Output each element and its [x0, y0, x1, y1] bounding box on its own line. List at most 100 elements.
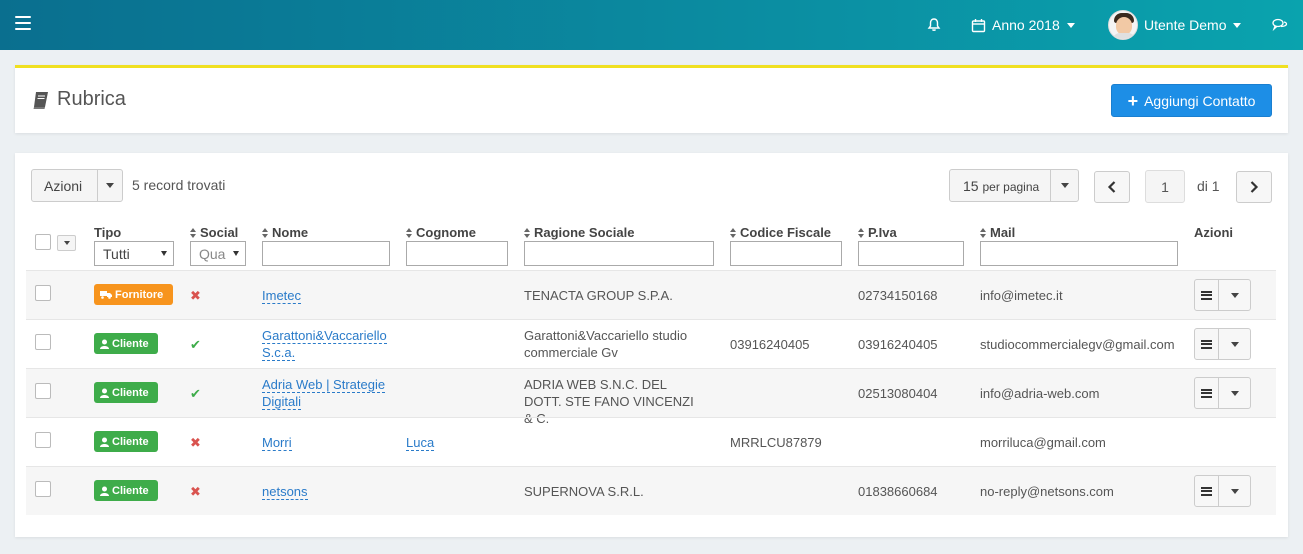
sort-icon [524, 228, 531, 238]
row-actions-toggle[interactable] [1219, 280, 1250, 310]
cell-nome[interactable]: netsons [262, 483, 308, 500]
menu-icon[interactable] [1195, 476, 1219, 506]
cell-nome[interactable]: Garattoni&Vaccariello S.c.a. [262, 327, 392, 361]
filter-piva-input[interactable] [858, 241, 964, 266]
cell-codice-fiscale: 03916240405 [730, 337, 810, 352]
row-actions-button[interactable] [1194, 475, 1251, 507]
avatar [1108, 10, 1138, 40]
book-icon [33, 91, 48, 109]
filter-tipo-select[interactable]: Tutti [94, 241, 174, 266]
column-header-azioni: Azioni [1194, 225, 1233, 240]
row-checkbox[interactable] [35, 432, 51, 448]
cell-mail: morriluca@gmail.com [980, 435, 1106, 450]
chevron-down-icon [1230, 390, 1239, 396]
add-contact-button[interactable]: + Aggiungi Contatto [1111, 84, 1272, 117]
row-actions-button[interactable] [1194, 328, 1251, 360]
filter-ragione-sociale-input[interactable] [524, 241, 714, 266]
column-header-tipo: Tipo [94, 225, 121, 240]
chevron-left-icon [1107, 181, 1116, 193]
select-all-checkbox[interactable] [35, 234, 51, 250]
hamburger-icon[interactable] [15, 16, 31, 30]
contact-surname-link[interactable]: Luca [406, 435, 435, 451]
user-icon [100, 437, 109, 447]
select-options-dropdown[interactable] [57, 235, 76, 251]
row-actions-toggle[interactable] [1219, 378, 1250, 408]
chevron-down-icon [1230, 488, 1239, 494]
bulk-actions-toggle[interactable] [97, 170, 122, 201]
column-header-nome[interactable]: Nome [262, 225, 308, 240]
notifications-button[interactable] [926, 0, 942, 50]
row-checkbox[interactable] [35, 383, 51, 399]
per-page-value: 15 [963, 177, 979, 194]
table-row: Cliente ✔ Adria Web | Strategie Digitali… [26, 368, 1276, 426]
cell-piva: 01838660684 [858, 484, 938, 499]
menu-icon[interactable] [1195, 280, 1219, 310]
per-page-dropdown[interactable]: 15 per pagina [949, 169, 1079, 202]
row-actions-button[interactable] [1194, 377, 1251, 409]
cell-nome[interactable]: Adria Web | Strategie Digitali [262, 376, 397, 410]
chevron-down-icon [161, 251, 167, 256]
chevron-down-icon [1230, 341, 1239, 347]
page-total: di 1 [1197, 178, 1220, 194]
cell-mail: info@imetec.it [980, 288, 1063, 303]
prev-page-button[interactable] [1094, 171, 1130, 203]
cell-mail: no-reply@netsons.com [980, 484, 1114, 499]
filter-social-select[interactable]: Qua [190, 241, 246, 266]
user-icon [100, 388, 109, 398]
row-actions-button[interactable] [1194, 279, 1251, 311]
table-row: Cliente ✖ netsons SUPERNOVA S.R.L. 01838… [26, 466, 1276, 515]
sort-icon [730, 228, 737, 238]
cell-cognome[interactable]: Luca [406, 434, 435, 451]
current-page-input[interactable]: 1 [1145, 170, 1185, 203]
filter-codice-fiscale-input[interactable] [730, 241, 842, 266]
column-header-codice-fiscale[interactable]: Codice Fiscale [730, 225, 831, 240]
year-selector[interactable]: Anno 2018 [971, 0, 1075, 50]
sort-icon [858, 228, 865, 238]
contact-name-link[interactable]: Morri [262, 435, 292, 451]
row-checkbox[interactable] [35, 481, 51, 497]
cell-ragione-sociale: SUPERNOVA S.R.L. [524, 484, 644, 499]
filter-nome-input[interactable] [262, 241, 390, 266]
column-header-piva[interactable]: P.Iva [858, 225, 897, 240]
contact-name-link[interactable]: Garattoni&Vaccariello S.c.a. [262, 328, 387, 361]
chevron-down-icon [63, 241, 70, 245]
row-actions-toggle[interactable] [1219, 476, 1250, 506]
row-checkbox[interactable] [35, 285, 51, 301]
chat-button[interactable] [1272, 0, 1288, 50]
filter-mail-input[interactable] [980, 241, 1178, 266]
type-badge-label: Cliente [112, 484, 149, 497]
row-actions-toggle[interactable] [1219, 329, 1250, 359]
contact-name-link[interactable]: Imetec [262, 288, 302, 304]
user-icon [100, 339, 109, 349]
comments-icon [1272, 18, 1288, 32]
type-badge-label: Fornitore [115, 288, 164, 301]
user-menu[interactable]: Utente Demo [1108, 0, 1242, 50]
menu-icon[interactable] [1195, 378, 1219, 408]
column-header-ragione-sociale[interactable]: Ragione Sociale [524, 225, 634, 240]
user-name: Utente Demo [1144, 17, 1227, 33]
bulk-actions-dropdown[interactable]: Azioni [31, 169, 123, 202]
per-page-toggle[interactable] [1050, 170, 1078, 201]
social-no-icon: ✖ [190, 435, 201, 450]
type-badge-cliente: Cliente [94, 480, 158, 501]
column-header-social[interactable]: Social [190, 225, 238, 240]
contact-name-link[interactable]: Adria Web | Strategie Digitali [262, 377, 386, 410]
row-checkbox[interactable] [35, 334, 51, 350]
cell-piva: 02513080404 [858, 386, 938, 401]
contacts-panel: Azioni 5 record trovati 15 per pagina 1 … [15, 153, 1288, 537]
menu-icon[interactable] [1195, 329, 1219, 359]
cell-nome[interactable]: Morri [262, 434, 292, 451]
column-header-cognome[interactable]: Cognome [406, 225, 476, 240]
page-title: Rubrica [31, 88, 126, 111]
chevron-down-icon [1230, 292, 1239, 298]
filter-cognome-input[interactable] [406, 241, 508, 266]
contact-name-link[interactable]: netsons [262, 484, 308, 500]
next-page-button[interactable] [1236, 171, 1272, 203]
column-label: Nome [272, 225, 309, 240]
column-header-mail[interactable]: Mail [980, 225, 1015, 240]
cell-nome[interactable]: Imetec [262, 287, 302, 304]
calendar-icon [971, 18, 986, 32]
social-yes-icon: ✔ [190, 386, 201, 401]
page-title-text: Rubrica [57, 88, 126, 110]
type-badge-fornitore: Fornitore [94, 284, 173, 305]
